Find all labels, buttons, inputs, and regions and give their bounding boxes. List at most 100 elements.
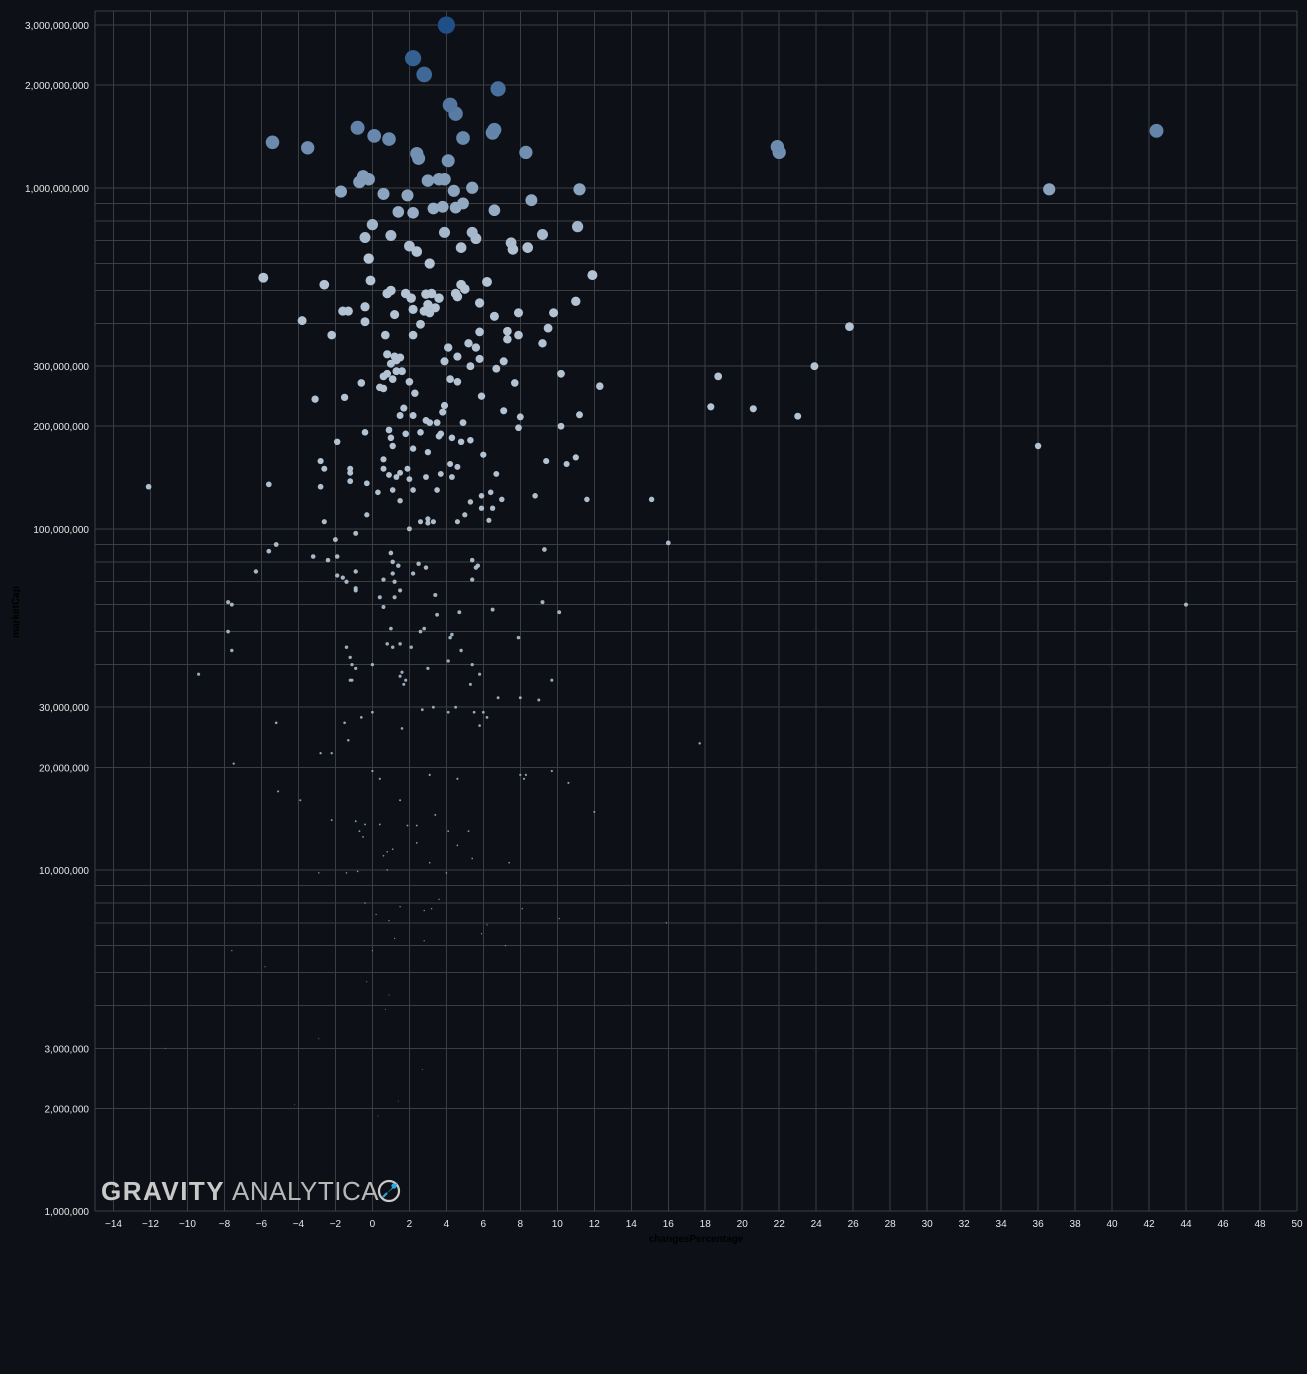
scatter-point[interactable] [408,330,418,340]
scatter-point[interactable] [318,872,320,874]
scatter-point[interactable] [448,635,452,640]
scatter-point[interactable] [406,526,412,532]
scatter-point[interactable] [406,476,413,483]
scatter-point[interactable] [229,602,234,607]
scatter-point[interactable] [444,343,453,352]
scatter-point[interactable] [573,183,586,196]
scatter-point[interactable] [794,412,802,420]
scatter-point[interactable] [405,50,422,67]
scatter-point[interactable] [442,97,458,113]
scatter-point[interactable] [416,561,421,567]
scatter-point[interactable] [471,343,481,352]
scatter-point[interactable] [456,131,470,145]
scatter-point[interactable] [1149,123,1164,138]
scatter-point[interactable] [428,773,431,777]
scatter-point[interactable] [273,542,279,547]
scatter-point[interactable] [587,270,598,281]
scatter-point[interactable] [525,194,538,207]
scatter-point[interactable] [164,1047,166,1049]
scatter-point[interactable] [417,428,424,436]
scatter-point[interactable] [462,512,468,518]
scatter-point[interactable] [408,304,418,314]
scatter-point[interactable] [450,288,461,299]
scatter-point[interactable] [415,842,418,844]
scatter-point[interactable] [558,917,560,920]
scatter-point[interactable] [488,204,501,217]
scatter-point[interactable] [393,937,396,940]
scatter-point[interactable] [474,298,485,308]
scatter-point[interactable] [340,575,345,580]
scatter-point[interactable] [319,752,322,755]
scatter-point[interactable] [557,422,565,430]
scatter-point[interactable] [359,232,371,243]
scatter-point[interactable] [376,383,384,392]
scatter-point[interactable] [399,799,402,802]
scatter-point[interactable] [426,288,437,299]
scatter-point[interactable] [446,375,454,383]
scatter-point[interactable] [299,799,302,802]
scatter-point[interactable] [354,666,358,671]
scatter-point[interactable] [1184,602,1188,607]
scatter-point[interactable] [810,362,819,371]
scatter-point[interactable] [456,777,459,780]
scatter-point[interactable] [381,577,386,582]
scatter-point[interactable] [485,716,489,719]
scatter-point[interactable] [380,330,390,340]
scatter-point[interactable] [524,773,528,777]
scatter-point[interactable] [430,908,433,910]
scatter-point[interactable] [386,850,389,853]
scatter-point[interactable] [454,463,461,470]
scatter-point[interactable] [440,401,449,410]
scatter-point[interactable] [294,1104,296,1106]
scatter-point[interactable] [399,906,401,908]
scatter-point[interactable] [356,870,359,873]
scatter-point[interactable] [428,861,431,864]
scatter-point[interactable] [423,474,429,480]
scatter-point[interactable] [405,377,414,386]
scatter-point[interactable] [457,197,469,210]
scatter-point[interactable] [265,135,280,150]
scatter-point[interactable] [386,471,392,478]
scatter-point[interactable] [335,573,340,578]
scatter-point[interactable] [388,920,390,922]
scatter-point[interactable] [471,857,474,860]
scatter-point[interactable] [347,478,354,485]
scatter-point[interactable] [468,682,472,686]
scatter-point[interactable] [400,670,404,674]
scatter-point[interactable] [481,710,485,714]
scatter-point[interactable] [423,909,425,912]
scatter-point[interactable] [447,184,460,197]
scatter-point[interactable] [340,393,349,402]
scatter-point[interactable] [380,465,387,472]
scatter-point[interactable] [362,836,364,838]
scatter-point[interactable] [508,861,511,864]
scatter-point[interactable] [398,674,402,678]
scatter-point[interactable] [648,496,655,503]
scatter-point[interactable] [387,434,395,442]
scatter-point[interactable] [386,285,396,296]
scatter-point[interactable] [518,696,522,700]
scatter-point[interactable] [499,496,505,503]
scatter-point[interactable] [433,419,441,427]
scatter-point[interactable] [319,279,330,290]
scatter-point[interactable] [392,579,397,584]
scatter-point[interactable] [532,493,538,499]
scatter-point[interactable] [480,451,487,458]
scatter-point[interactable] [382,854,385,857]
scatter-point[interactable] [1034,442,1042,450]
scatter-point[interactable] [466,226,478,238]
scatter-point[interactable] [430,519,436,525]
scatter-point[interactable] [448,434,456,442]
scatter-point[interactable] [231,949,233,952]
scatter-point[interactable] [409,645,413,649]
scatter-point[interactable] [845,322,854,331]
scatter-point[interactable] [593,810,596,813]
scatter-point[interactable] [571,220,584,233]
scatter-point[interactable] [385,642,389,646]
scatter-point[interactable] [519,145,533,160]
scatter-point[interactable] [360,302,370,312]
scatter-point[interactable] [377,595,382,600]
scatter-point[interactable] [472,710,476,714]
scatter-point[interactable] [384,1008,386,1010]
scatter-point[interactable] [334,185,347,198]
